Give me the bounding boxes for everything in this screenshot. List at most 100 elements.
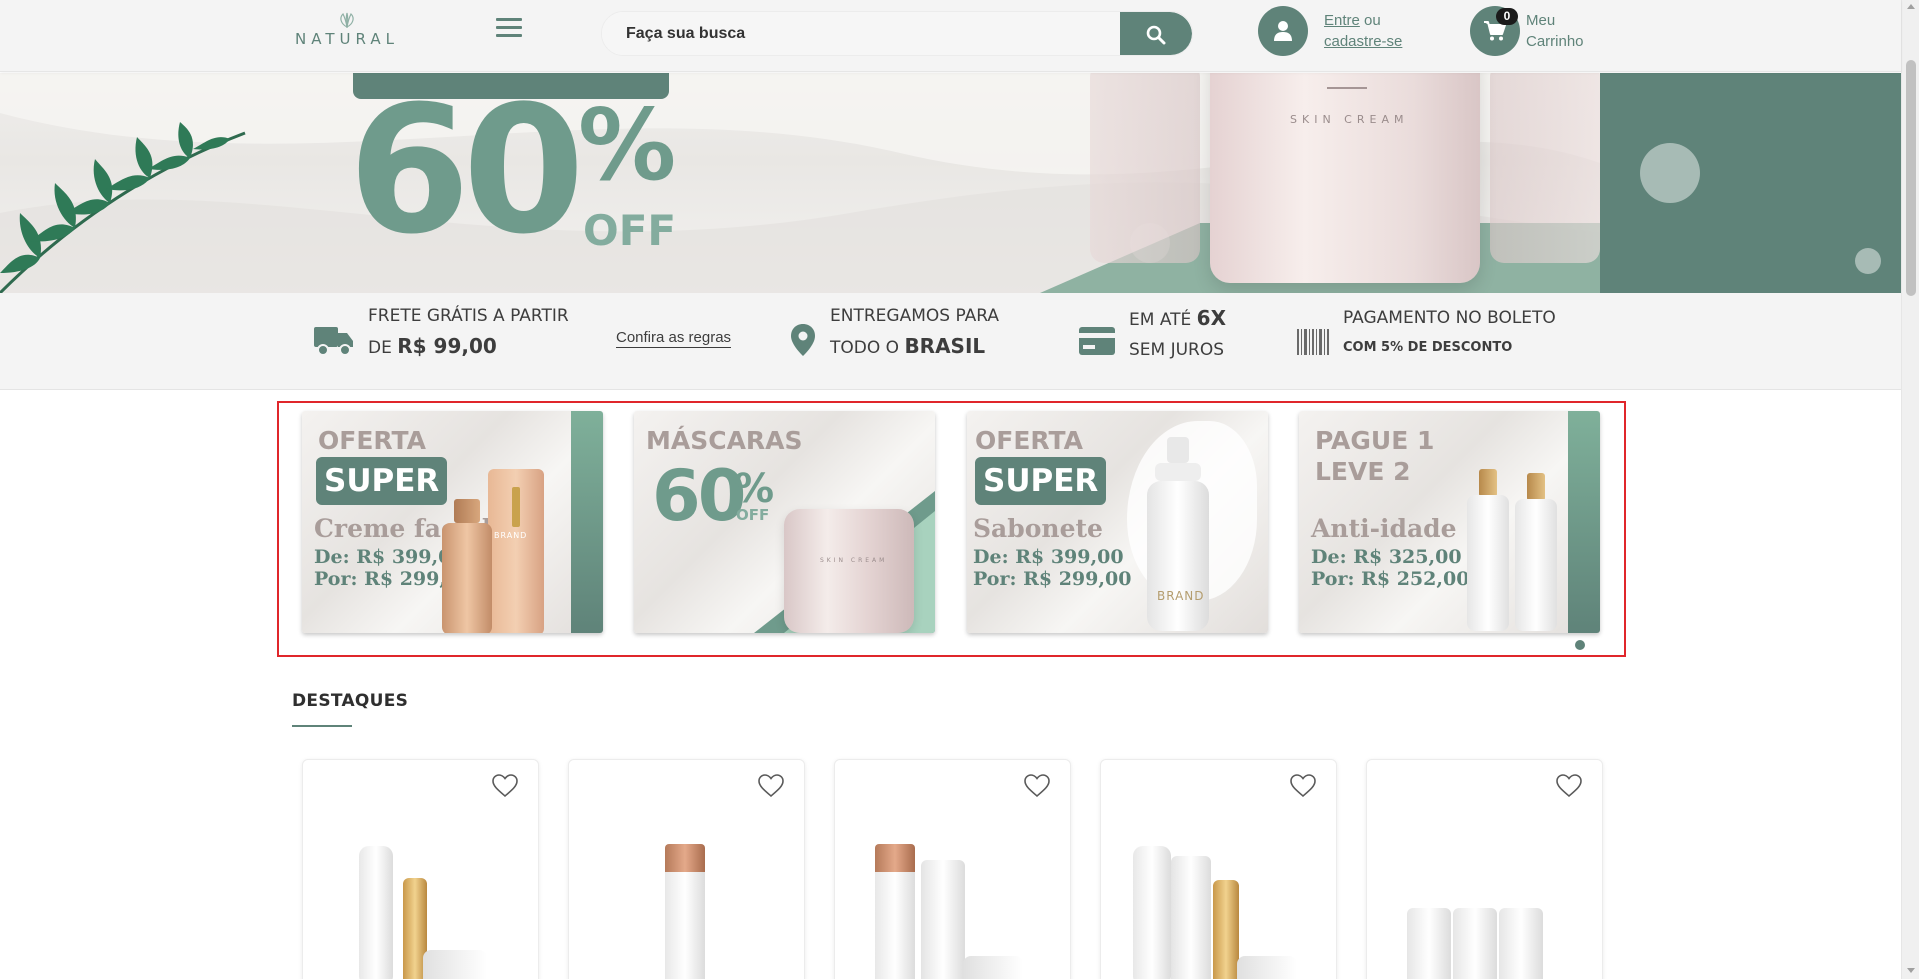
shipping-benefit: FRETE GRÁTIS A PARTIR DE R$ 99,00: [368, 301, 569, 363]
boleto-line2: COM 5% DE DESCONTO: [1343, 340, 1513, 355]
promo-title: OFERTA: [318, 426, 426, 455]
scrollbar-thumb[interactable]: [1906, 60, 1916, 296]
hero-banner[interactable]: 60 % OFF SKIN CREAM: [0, 73, 1901, 293]
product-card[interactable]: [568, 759, 805, 979]
heart-icon[interactable]: [1556, 774, 1582, 798]
promo-cream-jar: [784, 509, 914, 633]
search-icon: [1146, 25, 1166, 44]
search-bar: [601, 11, 1193, 56]
hero-percent-sign: %: [578, 89, 677, 203]
hamburger-menu-icon[interactable]: [496, 18, 522, 40]
promo-card-mascaras[interactable]: MÁSCARAS 60 % OFF SKIN CREAM: [634, 411, 935, 633]
section-title-underline: [292, 725, 352, 727]
product-card[interactable]: [1100, 759, 1337, 979]
product-bottle: [1147, 481, 1209, 631]
user-icon: [1274, 21, 1292, 41]
account-links: Entre ou cadastre-se: [1324, 10, 1402, 52]
product-image: [1171, 856, 1211, 979]
boleto-benefit: PAGAMENTO NO BOLETO COM 5% DE DESCONTO: [1343, 303, 1556, 363]
hero-bubble: [1855, 248, 1881, 274]
cart-label[interactable]: Meu Carrinho: [1526, 10, 1584, 52]
heart-icon[interactable]: [1024, 774, 1050, 798]
page-scrollbar[interactable]: [1901, 0, 1919, 979]
login-link[interactable]: Entre: [1324, 12, 1360, 29]
heart-icon[interactable]: [1290, 774, 1316, 798]
product-image: [1213, 880, 1239, 979]
product-image: [665, 844, 705, 874]
truck-icon: [314, 327, 353, 356]
installments-count: 6X: [1196, 306, 1226, 330]
scroll-up-arrow[interactable]: [1907, 4, 1915, 9]
hero-bubble: [1640, 143, 1700, 203]
shipping-rules-link[interactable]: Confira as regras: [616, 329, 732, 348]
installments-line2: SEM JUROS: [1129, 340, 1225, 360]
promo-title-line2: LEVE 2: [1315, 457, 1411, 486]
register-link[interactable]: cadastre-se: [1324, 33, 1402, 50]
map-pin-icon: [791, 324, 815, 356]
promo-card-anti-idade[interactable]: PAGUE 1 LEVE 2 Anti-idade De: R$ 325,00 …: [1299, 411, 1600, 633]
delivery-region: BRASIL: [904, 334, 986, 358]
pump-neck: [1155, 463, 1201, 481]
product-bottle: [442, 523, 492, 633]
logo-text: NATURAL: [295, 30, 399, 48]
product-image: [423, 950, 487, 979]
hero-cream-jar: [1210, 73, 1480, 283]
leaf-logo-icon: [340, 12, 354, 28]
installments-prefix: EM ATÉ: [1129, 310, 1192, 330]
promo-brand: BRAND: [1157, 589, 1205, 603]
benefits-bar: FRETE GRÁTIS A PARTIR DE R$ 99,00 ENTREG…: [0, 293, 1901, 390]
hero-jar-line: [1327, 87, 1367, 89]
credit-card-icon: [1079, 327, 1115, 355]
promo-product-name: Sabonete: [973, 514, 1103, 543]
promo-price-from: De: R$ 325,00: [1311, 546, 1462, 568]
product-card[interactable]: [302, 759, 539, 979]
promo-jar-label: SKIN CREAM: [820, 557, 888, 564]
serum-bottle: [1515, 499, 1557, 631]
promo-stripe: [1568, 411, 1600, 633]
promo-card-sabonete[interactable]: OFERTA SUPER Sabonete De: R$ 399,00 Por:…: [967, 411, 1268, 633]
cart-label-line2: Carrinho: [1526, 33, 1584, 50]
product-card[interactable]: [834, 759, 1071, 979]
heart-icon[interactable]: [492, 774, 518, 798]
pump-head: [1167, 437, 1189, 463]
promo-percent-sign: %: [734, 466, 775, 512]
product-image: [359, 846, 393, 979]
account-button[interactable]: [1258, 6, 1308, 56]
hero-jar-label: SKIN CREAM: [1290, 113, 1409, 126]
promo-off-label: OFF: [736, 506, 770, 524]
promo-title: MÁSCARAS: [646, 426, 803, 455]
product-image: [665, 872, 705, 979]
promo-brand: BRAND: [494, 531, 528, 540]
heart-icon[interactable]: [758, 774, 784, 798]
section-title: DESTAQUES: [292, 691, 409, 711]
promo-card-creme-facial[interactable]: OFERTA SUPER Creme facial De: R$ 399,00 …: [302, 411, 603, 633]
carousel-dot[interactable]: [1575, 640, 1585, 650]
cart-count-badge: 0: [1496, 8, 1518, 25]
product-image: [1133, 846, 1171, 979]
barcode-icon: [1297, 329, 1329, 355]
promo-stripe: [571, 411, 603, 633]
scroll-down-arrow[interactable]: [1907, 968, 1915, 973]
serum-cap: [1479, 469, 1497, 497]
promo-price-from: De: R$ 399,00: [973, 546, 1124, 568]
search-input[interactable]: [602, 12, 1122, 55]
product-image: [875, 844, 915, 874]
cart-label-line1: Meu: [1526, 12, 1556, 29]
promo-discount-number: 60: [652, 455, 746, 537]
or-text: ou: [1364, 12, 1381, 29]
promo-pill: SUPER: [975, 457, 1107, 505]
site-logo[interactable]: NATURAL: [292, 12, 402, 52]
promo-price-to: Por: R$ 252,00: [1311, 568, 1470, 590]
boleto-line1: PAGAMENTO NO BOLETO: [1343, 308, 1556, 328]
product-image: [1499, 908, 1543, 979]
delivery-benefit: ENTREGAMOS PARA TODO O BRASIL: [830, 301, 999, 363]
installments-benefit: EM ATÉ 6X SEM JUROS: [1129, 303, 1226, 365]
promo-title: OFERTA: [975, 426, 1083, 455]
product-image: [1237, 956, 1297, 979]
shipping-threshold: R$ 99,00: [397, 334, 497, 358]
search-button[interactable]: [1120, 12, 1192, 55]
promo-product-name: Anti-idade: [1311, 514, 1457, 543]
hero-off-label: OFF: [583, 206, 677, 255]
hero-jar-left: [1090, 73, 1200, 263]
product-card[interactable]: [1366, 759, 1603, 979]
